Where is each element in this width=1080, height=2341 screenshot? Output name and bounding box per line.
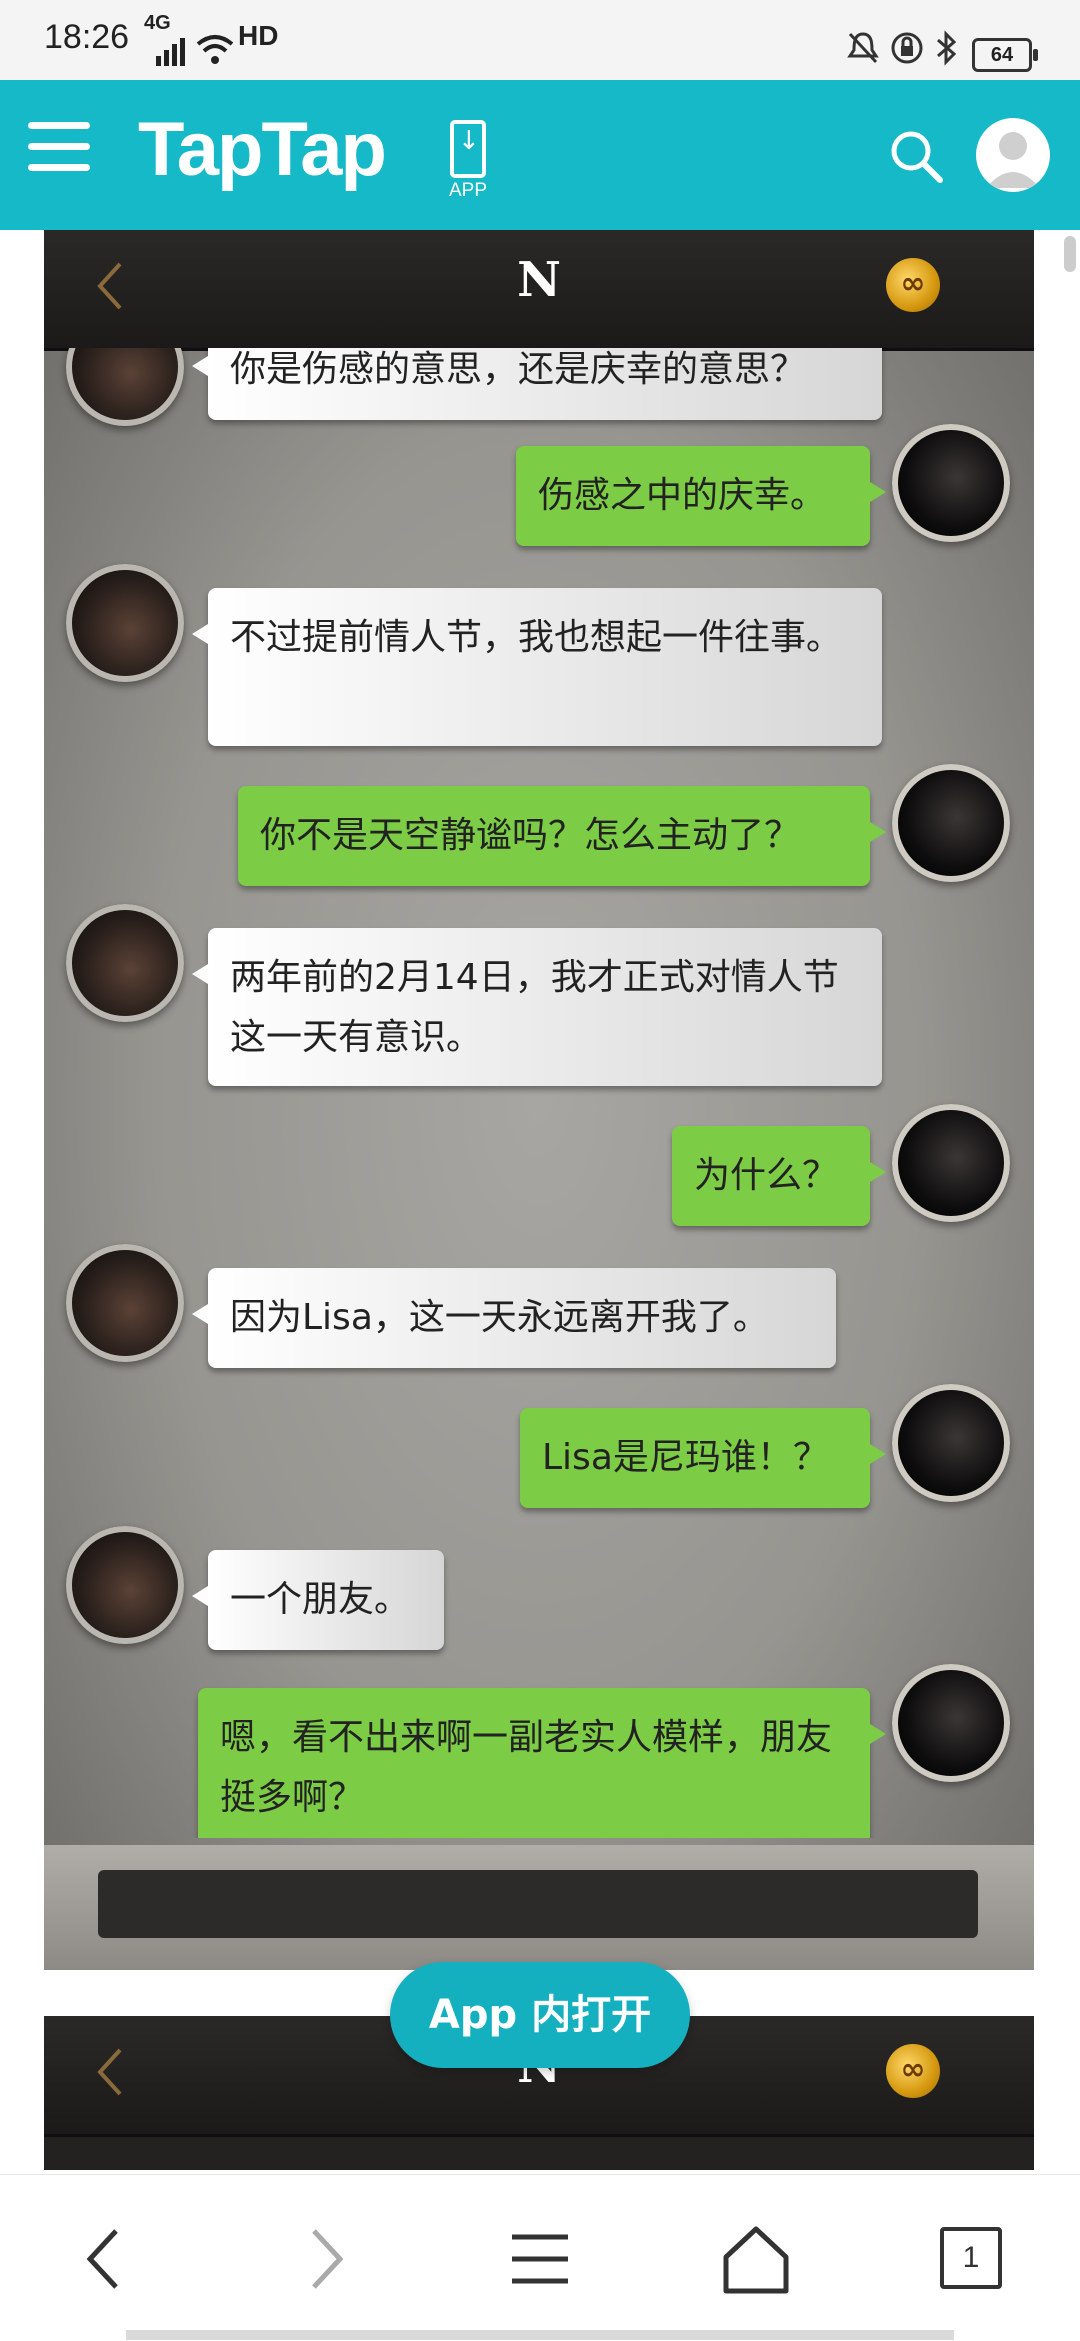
home-icon[interactable] <box>718 2221 794 2297</box>
message-bubble-left: 你是伤感的意思，还是庆幸的意思？ <box>192 348 882 420</box>
lock-rotation-icon <box>891 32 923 64</box>
status-time: 18:26 <box>44 18 130 56</box>
message-bubble-right: 为什么？ <box>672 1126 886 1226</box>
player-avatar <box>892 424 1010 542</box>
app-download-button[interactable]: APP <box>446 120 490 202</box>
back-icon[interactable] <box>68 2221 144 2297</box>
user-icon <box>986 132 1040 188</box>
game-input-bar <box>44 1845 1034 1970</box>
bluetooth-icon <box>937 30 957 66</box>
contact-avatar <box>66 348 184 426</box>
page-scrollbar[interactable] <box>1064 236 1076 272</box>
signal-icon <box>156 38 185 66</box>
player-avatar <box>892 1104 1010 1222</box>
browser-bottom-nav: 1 <box>0 2174 1080 2341</box>
hd-icon: HD <box>238 20 279 51</box>
player-avatar <box>892 1664 1010 1782</box>
message-bubble-left: 不过提前情人节，我也想起一件往事。 <box>192 588 882 746</box>
open-in-app-button[interactable]: App 内打开 <box>390 1962 690 2068</box>
tabs-button[interactable]: 1 <box>940 2227 1002 2289</box>
game-top-bar: N ∞ <box>44 230 1034 351</box>
message-bubble-right: 你不是天空静谧吗？怎么主动了？ <box>238 786 886 886</box>
infinity-badge-icon: ∞ <box>886 2044 940 2098</box>
menu-icon[interactable] <box>502 2221 578 2297</box>
game-message-input[interactable] <box>98 1870 978 1938</box>
message-bubble-right: Lisa是尼玛谁！？ <box>520 1408 886 1508</box>
home-indicator <box>126 2330 954 2340</box>
battery-level: 64 <box>990 44 1014 66</box>
message-bubble-right: 伤感之中的庆幸。 <box>516 446 886 546</box>
network-type: 4G <box>144 12 171 34</box>
message-bubble-left: 因为Lisa，这一天永远离开我了。 <box>192 1268 836 1368</box>
player-avatar <box>892 764 1010 882</box>
contact-avatar <box>66 904 184 1022</box>
game-screenshot-1[interactable]: N ∞ 你是伤感的意思，还是庆幸的意思？ 伤感之中的庆幸。 不过提前情人节，我也… <box>44 230 1034 1970</box>
forward-icon[interactable] <box>286 2221 362 2297</box>
contact-avatar <box>66 1526 184 1644</box>
status-bar: 18:26 4G HD 64 <box>0 0 1080 80</box>
chat-messages: 你是伤感的意思，还是庆幸的意思？ 伤感之中的庆幸。 不过提前情人节，我也想起一件… <box>44 348 1034 1838</box>
message-bubble-right: 嗯，看不出来啊一副老实人模样，朋友挺多啊？ <box>198 1688 886 1838</box>
app-download-label: APP <box>448 180 488 201</box>
menu-icon[interactable] <box>28 122 90 184</box>
infinity-badge-icon: ∞ <box>886 258 940 312</box>
top-app-bar: TapTap APP <box>0 80 1080 230</box>
search-icon[interactable] <box>888 128 944 184</box>
phone-download-icon <box>450 120 486 178</box>
taptap-logo[interactable]: TapTap <box>138 106 387 193</box>
contact-avatar <box>66 1244 184 1362</box>
contact-avatar <box>66 564 184 682</box>
bell-muted-icon <box>847 32 879 64</box>
player-avatar <box>892 1384 1010 1502</box>
user-avatar-button[interactable] <box>976 118 1050 192</box>
message-bubble-left: 一个朋友。 <box>192 1550 444 1650</box>
battery-indicator: 64 <box>972 38 1038 72</box>
wifi-icon <box>196 35 234 64</box>
message-bubble-left: 两年前的2月14日，我才正式对情人节这一天有意识。 <box>192 928 882 1086</box>
